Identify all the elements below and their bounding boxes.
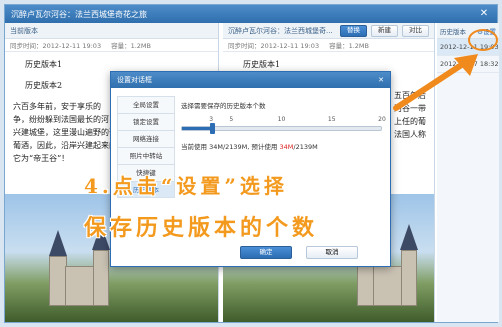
replace-button[interactable]: 替换 <box>340 24 367 37</box>
nav-item-network[interactable]: 网络连接 <box>117 130 175 147</box>
pointer-arrow-icon <box>393 54 478 111</box>
close-icon[interactable]: ✕ <box>378 76 384 84</box>
history-doc-title: 沉醉卢瓦尔河谷：法兰西城堡奇... <box>228 26 333 35</box>
current-version-header: 当前版本 <box>5 23 218 39</box>
window-titlebar: 沉醉卢瓦尔河谷：法兰西城堡奇花之旅 ✕ <box>5 5 497 23</box>
slider-tick-label: 10 <box>277 116 286 123</box>
nav-item-global[interactable]: 全局设置 <box>117 96 175 113</box>
slider-fill <box>182 127 212 130</box>
slider-handle[interactable] <box>209 123 215 134</box>
nav-item-photo-relay[interactable]: 照片中转站 <box>117 147 175 164</box>
file-size: 容量：1.2MB <box>111 42 151 50</box>
sync-time: 同步时间：2012-12-11 19:03 <box>10 42 102 50</box>
dialog-titlebar: 设置对话框 ✕ <box>111 72 390 88</box>
current-version-meta: 同步时间：2012-12-11 19:03 容量：1.2MB <box>5 39 218 52</box>
history-settings: 选择需要保存的历史版本个数 3 5 10 15 20 当前使用 34M/2139M, 预… <box>181 100 386 151</box>
slider-tick-label: 5 <box>229 116 234 123</box>
compare-button[interactable]: 对比 <box>402 24 429 37</box>
nav-item-lock[interactable]: 锁定设置 <box>117 113 175 130</box>
slider-tick-label: 3 <box>209 116 214 123</box>
close-icon[interactable]: ✕ <box>477 7 491 21</box>
new-button[interactable]: 新建 <box>371 24 398 37</box>
settings-highlight-ring <box>468 29 498 51</box>
history-count-label: 选择需要保存的历史版本个数 <box>181 102 266 110</box>
sync-time: 同步时间：2012-12-11 19:03 <box>228 42 320 50</box>
history-label: 历史版本 <box>440 27 466 36</box>
history-count-slider[interactable] <box>181 123 382 134</box>
ok-button[interactable]: 确定 <box>240 246 292 259</box>
usage-estimate: 34M <box>279 143 294 151</box>
slider-tick-label: 15 <box>327 116 336 123</box>
usage-text: 当前使用 34M/2139M, 预计使用 <box>181 143 280 151</box>
dialog-footer: 确定 取消 <box>111 246 390 260</box>
instruction-caption-line-2: 保存历史版本的个数 <box>84 215 319 241</box>
cancel-button[interactable]: 取消 <box>306 246 358 259</box>
history-version-header: 沉醉卢瓦尔河谷：法兰西城堡奇... 替换 新建 对比 <box>223 23 434 39</box>
doc-heading-1: 历史版本1 <box>25 60 63 69</box>
window-title: 沉醉卢瓦尔河谷：法兰西城堡奇花之旅 <box>11 9 147 19</box>
storage-usage: 当前使用 34M/2139M, 预计使用 34M/2139M <box>181 141 382 151</box>
dialog-title: 设置对话框 <box>117 76 152 84</box>
usage-total: /2139M <box>293 143 318 151</box>
file-size: 容量：1.2MB <box>329 42 369 50</box>
history-version-meta: 同步时间：2012-12-11 19:03 容量：1.2MB <box>223 39 434 52</box>
slider-tick-label: 20 <box>378 116 386 123</box>
instruction-caption-line-1: 4.点击“设置”选择 <box>84 174 288 198</box>
